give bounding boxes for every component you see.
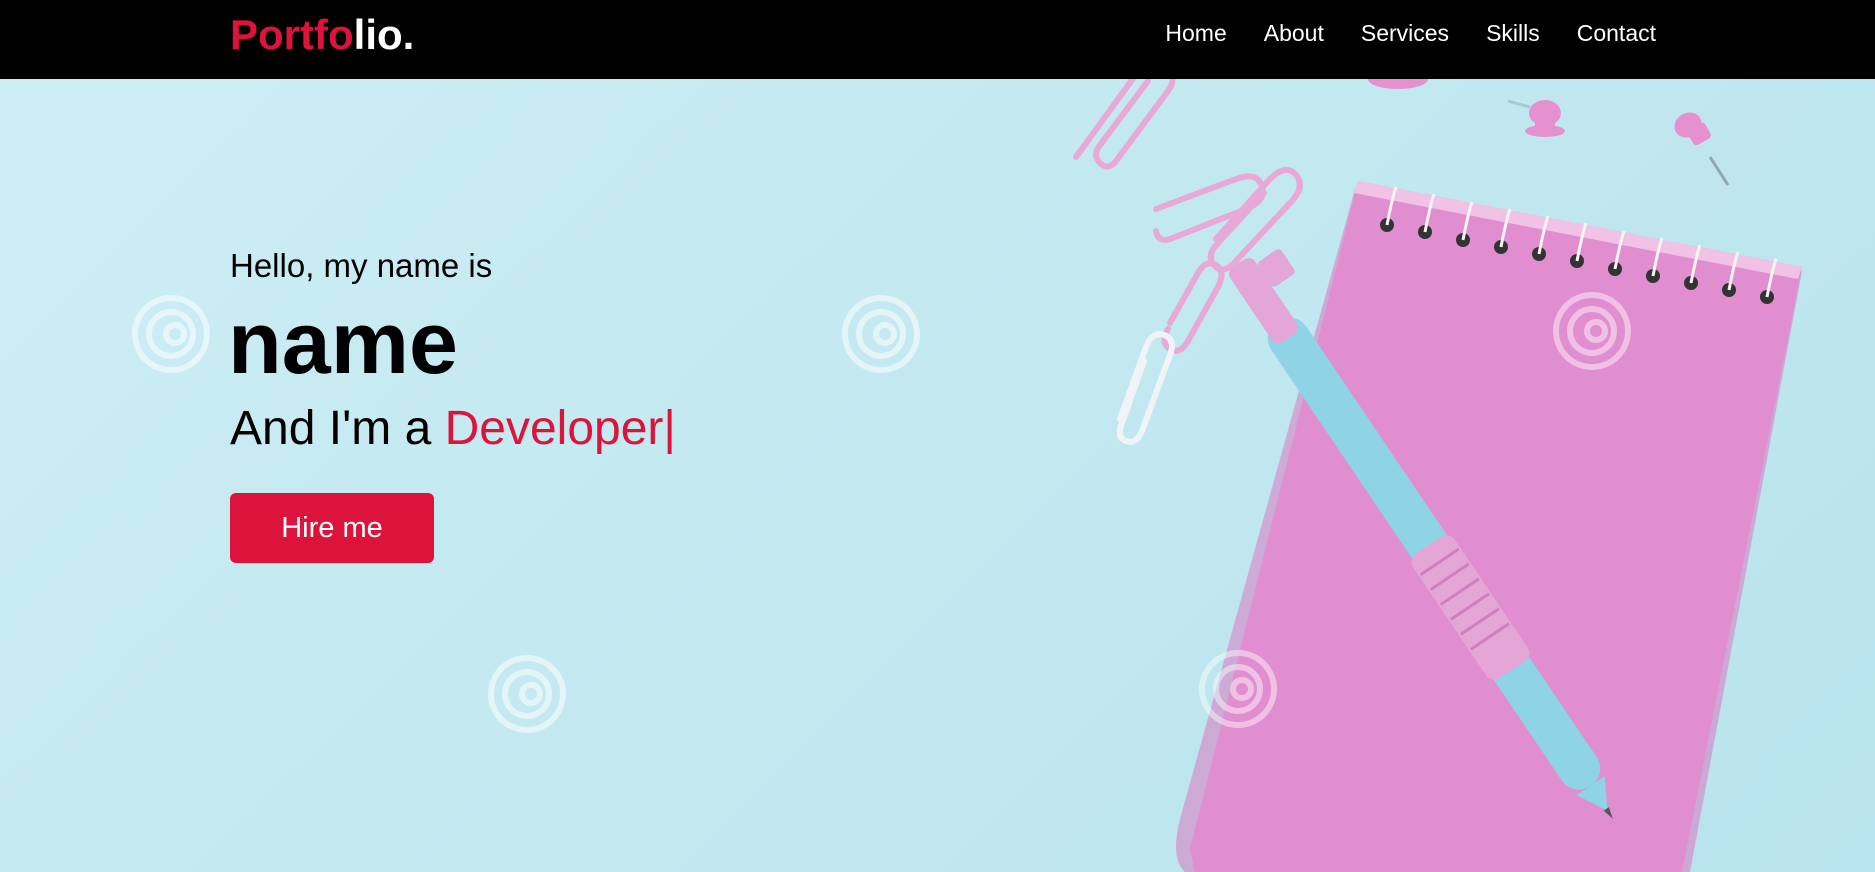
spiral-watermark-icon [842,295,920,373]
spiral-watermark-icon [488,655,566,733]
main-menu: Home About Services Skills Contact [1165,0,1656,67]
nav-skills[interactable]: Skills [1486,20,1540,47]
nav-about[interactable]: About [1264,20,1324,47]
role-prefix: And I'm a [230,402,445,455]
nav-services[interactable]: Services [1361,20,1449,47]
nav-contact[interactable]: Contact [1577,20,1656,47]
typing-cursor: | [663,402,676,455]
role-text: Developer [444,402,664,455]
hero-section: Hello, my name is name And I'm a Develop… [0,79,1875,872]
name-heading: name [228,293,458,392]
logo-accent: Portfo [230,11,354,58]
role-line: And I'm a Developer| [230,401,676,456]
hero-artwork [1073,79,1802,872]
navbar: Portfolio. Home About Services Skills Co… [0,0,1875,79]
pushpin-icon [1674,112,1730,186]
pushpin-icon [1507,99,1565,137]
nav-home[interactable]: Home [1165,20,1226,47]
spiral-watermark-icon [132,295,210,373]
paperclip-icon [1116,331,1175,445]
hire-me-button[interactable]: Hire me [230,493,434,563]
logo-rest: lio. [353,11,415,58]
greeting-text: Hello, my name is [230,247,493,284]
logo[interactable]: Portfolio. [230,10,414,60]
